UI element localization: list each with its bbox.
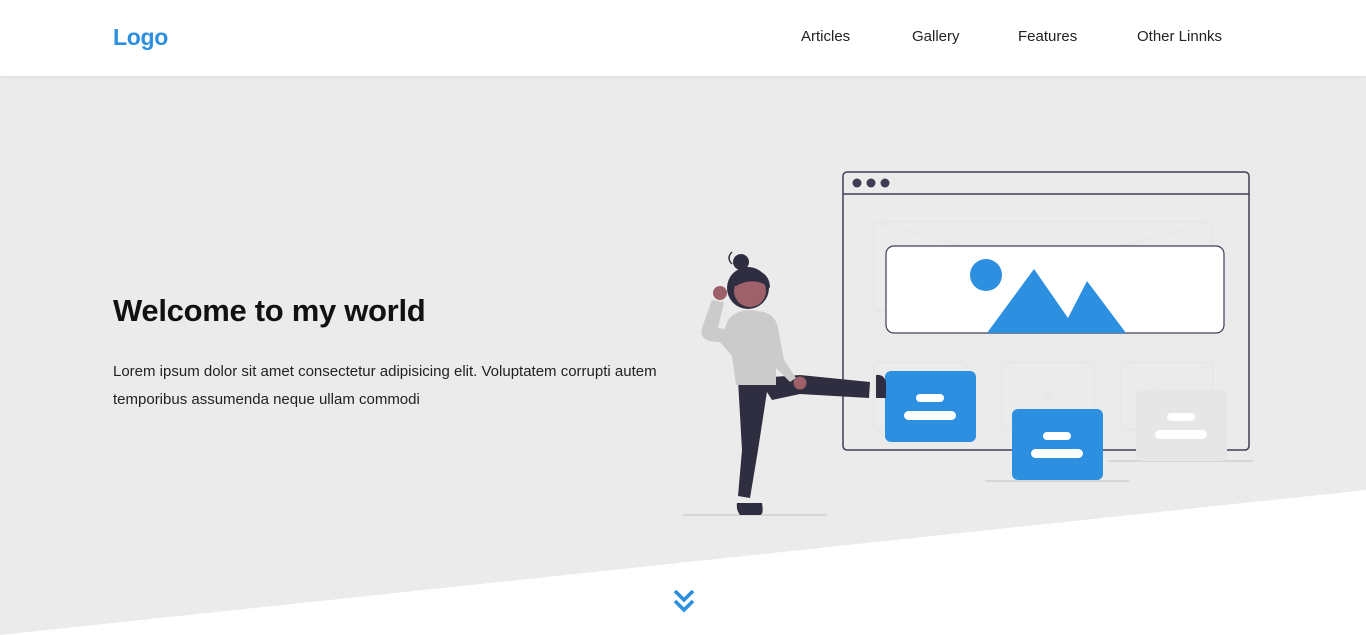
hero-description: Lorem ipsum dolor sit amet consectetur a… bbox=[113, 363, 657, 408]
site-header: Logo Articles Gallery Features Other Lin… bbox=[0, 0, 1366, 76]
nav-link-other-links[interactable]: Other Linnks bbox=[1137, 28, 1222, 45]
nav-link-articles[interactable]: Articles bbox=[801, 28, 850, 45]
page: Logo Articles Gallery Features Other Lin… bbox=[0, 0, 1366, 635]
hero-illustration bbox=[683, 171, 1253, 516]
nav-link-features[interactable]: Features bbox=[1018, 28, 1077, 45]
message-card-graphic bbox=[885, 371, 1227, 480]
main-nav: Articles Gallery Features Other Linnks bbox=[0, 28, 1366, 48]
nav-link-gallery[interactable]: Gallery bbox=[912, 28, 960, 45]
scroll-down-button[interactable] bbox=[672, 588, 696, 616]
double-chevron-down-icon bbox=[673, 589, 695, 613]
person-kicking-graphic bbox=[701, 251, 886, 515]
hero-title: Welcome to my world bbox=[113, 293, 426, 328]
